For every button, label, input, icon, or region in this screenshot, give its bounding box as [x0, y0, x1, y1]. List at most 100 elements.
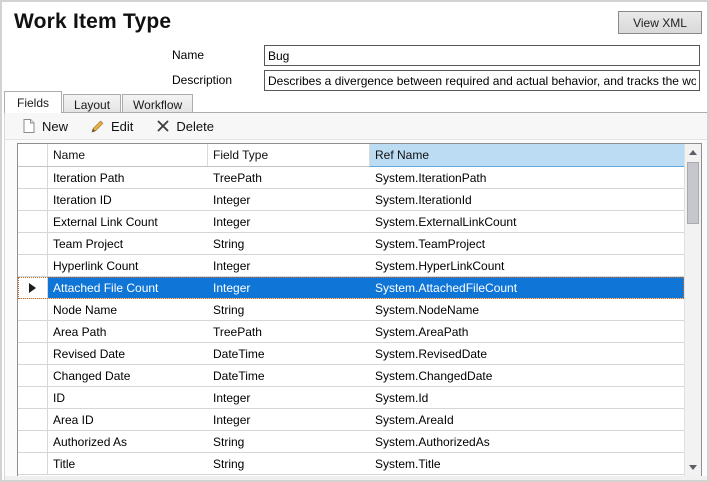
- cell-field-type: TreePath: [208, 321, 370, 342]
- cell-ref-name: System.HyperLinkCount: [370, 255, 684, 276]
- table-row[interactable]: Authorized AsStringSystem.AuthorizedAs: [18, 431, 684, 453]
- grid-corner-cell: [18, 144, 48, 166]
- cell-field-type: Integer: [208, 255, 370, 276]
- cell-ref-name: System.ChangedDate: [370, 365, 684, 386]
- row-selector-cell[interactable]: [18, 299, 48, 320]
- table-row[interactable]: TitleStringSystem.Title: [18, 453, 684, 475]
- cell-name: Attached File Count: [48, 277, 208, 298]
- new-document-icon: [21, 118, 37, 134]
- row-selector-cell[interactable]: [18, 233, 48, 254]
- row-selector-cell[interactable]: [18, 167, 48, 188]
- description-field[interactable]: [264, 70, 700, 91]
- cell-name: Hyperlink Count: [48, 255, 208, 276]
- delete-button-label: Delete: [176, 119, 214, 134]
- cell-ref-name: System.AttachedFileCount: [370, 277, 684, 298]
- cell-name: External Link Count: [48, 211, 208, 232]
- row-selector-cell[interactable]: [18, 321, 48, 342]
- cell-name: Team Project: [48, 233, 208, 254]
- scroll-up-icon: [689, 150, 697, 155]
- table-row[interactable]: Node NameStringSystem.NodeName: [18, 299, 684, 321]
- view-xml-button[interactable]: View XML: [618, 11, 702, 34]
- table-row[interactable]: Changed DateDateTimeSystem.ChangedDate: [18, 365, 684, 387]
- pencil-icon: [90, 118, 106, 134]
- cell-field-type: TreePath: [208, 167, 370, 188]
- table-row[interactable]: Team ProjectStringSystem.TeamProject: [18, 233, 684, 255]
- tab-fields[interactable]: Fields: [4, 91, 62, 113]
- cell-ref-name: System.AreaId: [370, 409, 684, 430]
- table-row[interactable]: Area PathTreePathSystem.AreaPath: [18, 321, 684, 343]
- name-label: Name: [172, 48, 204, 62]
- fields-grid: Name Field Type Ref Name Iteration PathT…: [17, 143, 702, 477]
- cell-ref-name: System.TeamProject: [370, 233, 684, 254]
- grid-body: Iteration PathTreePathSystem.IterationPa…: [18, 167, 684, 475]
- cell-field-type: Integer: [208, 409, 370, 430]
- row-selector-cell[interactable]: [18, 409, 48, 430]
- row-selector-cell[interactable]: [18, 343, 48, 364]
- new-button-label: New: [42, 119, 68, 134]
- cell-field-type: DateTime: [208, 343, 370, 364]
- fields-toolbar: New Edit Delete: [5, 113, 708, 140]
- table-row[interactable]: Hyperlink CountIntegerSystem.HyperLinkCo…: [18, 255, 684, 277]
- cell-name: Revised Date: [48, 343, 208, 364]
- description-form-row: Description: [2, 70, 709, 91]
- table-row[interactable]: Revised DateDateTimeSystem.RevisedDate: [18, 343, 684, 365]
- cell-field-type: String: [208, 431, 370, 452]
- cell-ref-name: System.AuthorizedAs: [370, 431, 684, 452]
- cell-field-type: Integer: [208, 189, 370, 210]
- cell-field-type: Integer: [208, 211, 370, 232]
- work-item-type-window: Work Item Type View XML Name Description…: [0, 0, 709, 482]
- cell-name: Area ID: [48, 409, 208, 430]
- scroll-down-icon: [689, 465, 697, 470]
- scroll-down-button[interactable]: [685, 459, 701, 476]
- name-field[interactable]: [264, 45, 700, 66]
- table-row[interactable]: External Link CountIntegerSystem.Externa…: [18, 211, 684, 233]
- vertical-scrollbar[interactable]: [684, 144, 701, 476]
- page-title: Work Item Type: [14, 10, 171, 34]
- cell-name: Node Name: [48, 299, 208, 320]
- cell-ref-name: System.AreaPath: [370, 321, 684, 342]
- row-selector-cell[interactable]: [18, 277, 48, 298]
- table-row[interactable]: Iteration PathTreePathSystem.IterationPa…: [18, 167, 684, 189]
- column-header-name[interactable]: Name: [48, 144, 208, 166]
- scrollbar-thumb[interactable]: [687, 162, 699, 224]
- delete-button[interactable]: Delete: [151, 116, 218, 136]
- cell-name: Iteration ID: [48, 189, 208, 210]
- tab-strip: Fields Layout Workflow: [4, 91, 194, 113]
- cell-field-type: String: [208, 233, 370, 254]
- tab-workflow[interactable]: Workflow: [122, 94, 193, 113]
- grid-header-row: Name Field Type Ref Name: [18, 144, 684, 167]
- cell-name: Title: [48, 453, 208, 474]
- table-row[interactable]: Area IDIntegerSystem.AreaId: [18, 409, 684, 431]
- scroll-up-button[interactable]: [685, 144, 701, 161]
- cell-name: Area Path: [48, 321, 208, 342]
- cell-name: ID: [48, 387, 208, 408]
- edit-button[interactable]: Edit: [86, 116, 137, 136]
- edit-button-label: Edit: [111, 119, 133, 134]
- row-selector-cell[interactable]: [18, 453, 48, 474]
- row-selector-cell[interactable]: [18, 211, 48, 232]
- name-form-row: Name: [2, 45, 709, 66]
- cell-name: Changed Date: [48, 365, 208, 386]
- row-selector-cell[interactable]: [18, 365, 48, 386]
- cell-field-type: DateTime: [208, 365, 370, 386]
- tab-layout[interactable]: Layout: [63, 94, 121, 113]
- panel-bottom-strip: [5, 476, 709, 480]
- cell-field-type: Integer: [208, 277, 370, 298]
- row-selector-cell[interactable]: [18, 387, 48, 408]
- column-header-ref-name[interactable]: Ref Name: [370, 144, 684, 167]
- row-selector-cell[interactable]: [18, 431, 48, 452]
- table-row[interactable]: Attached File CountIntegerSystem.Attache…: [18, 277, 684, 299]
- delete-x-icon: [155, 118, 171, 134]
- new-button[interactable]: New: [17, 116, 72, 136]
- row-selector-cell[interactable]: [18, 255, 48, 276]
- current-row-arrow-icon: [29, 283, 36, 293]
- cell-field-type: String: [208, 299, 370, 320]
- fields-tab-panel: New Edit Delete: [4, 112, 709, 481]
- cell-name: Authorized As: [48, 431, 208, 452]
- table-row[interactable]: Iteration IDIntegerSystem.IterationId: [18, 189, 684, 211]
- column-header-field-type[interactable]: Field Type: [208, 144, 370, 166]
- table-row[interactable]: IDIntegerSystem.Id: [18, 387, 684, 409]
- cell-name: Iteration Path: [48, 167, 208, 188]
- row-selector-cell[interactable]: [18, 189, 48, 210]
- cell-ref-name: System.ExternalLinkCount: [370, 211, 684, 232]
